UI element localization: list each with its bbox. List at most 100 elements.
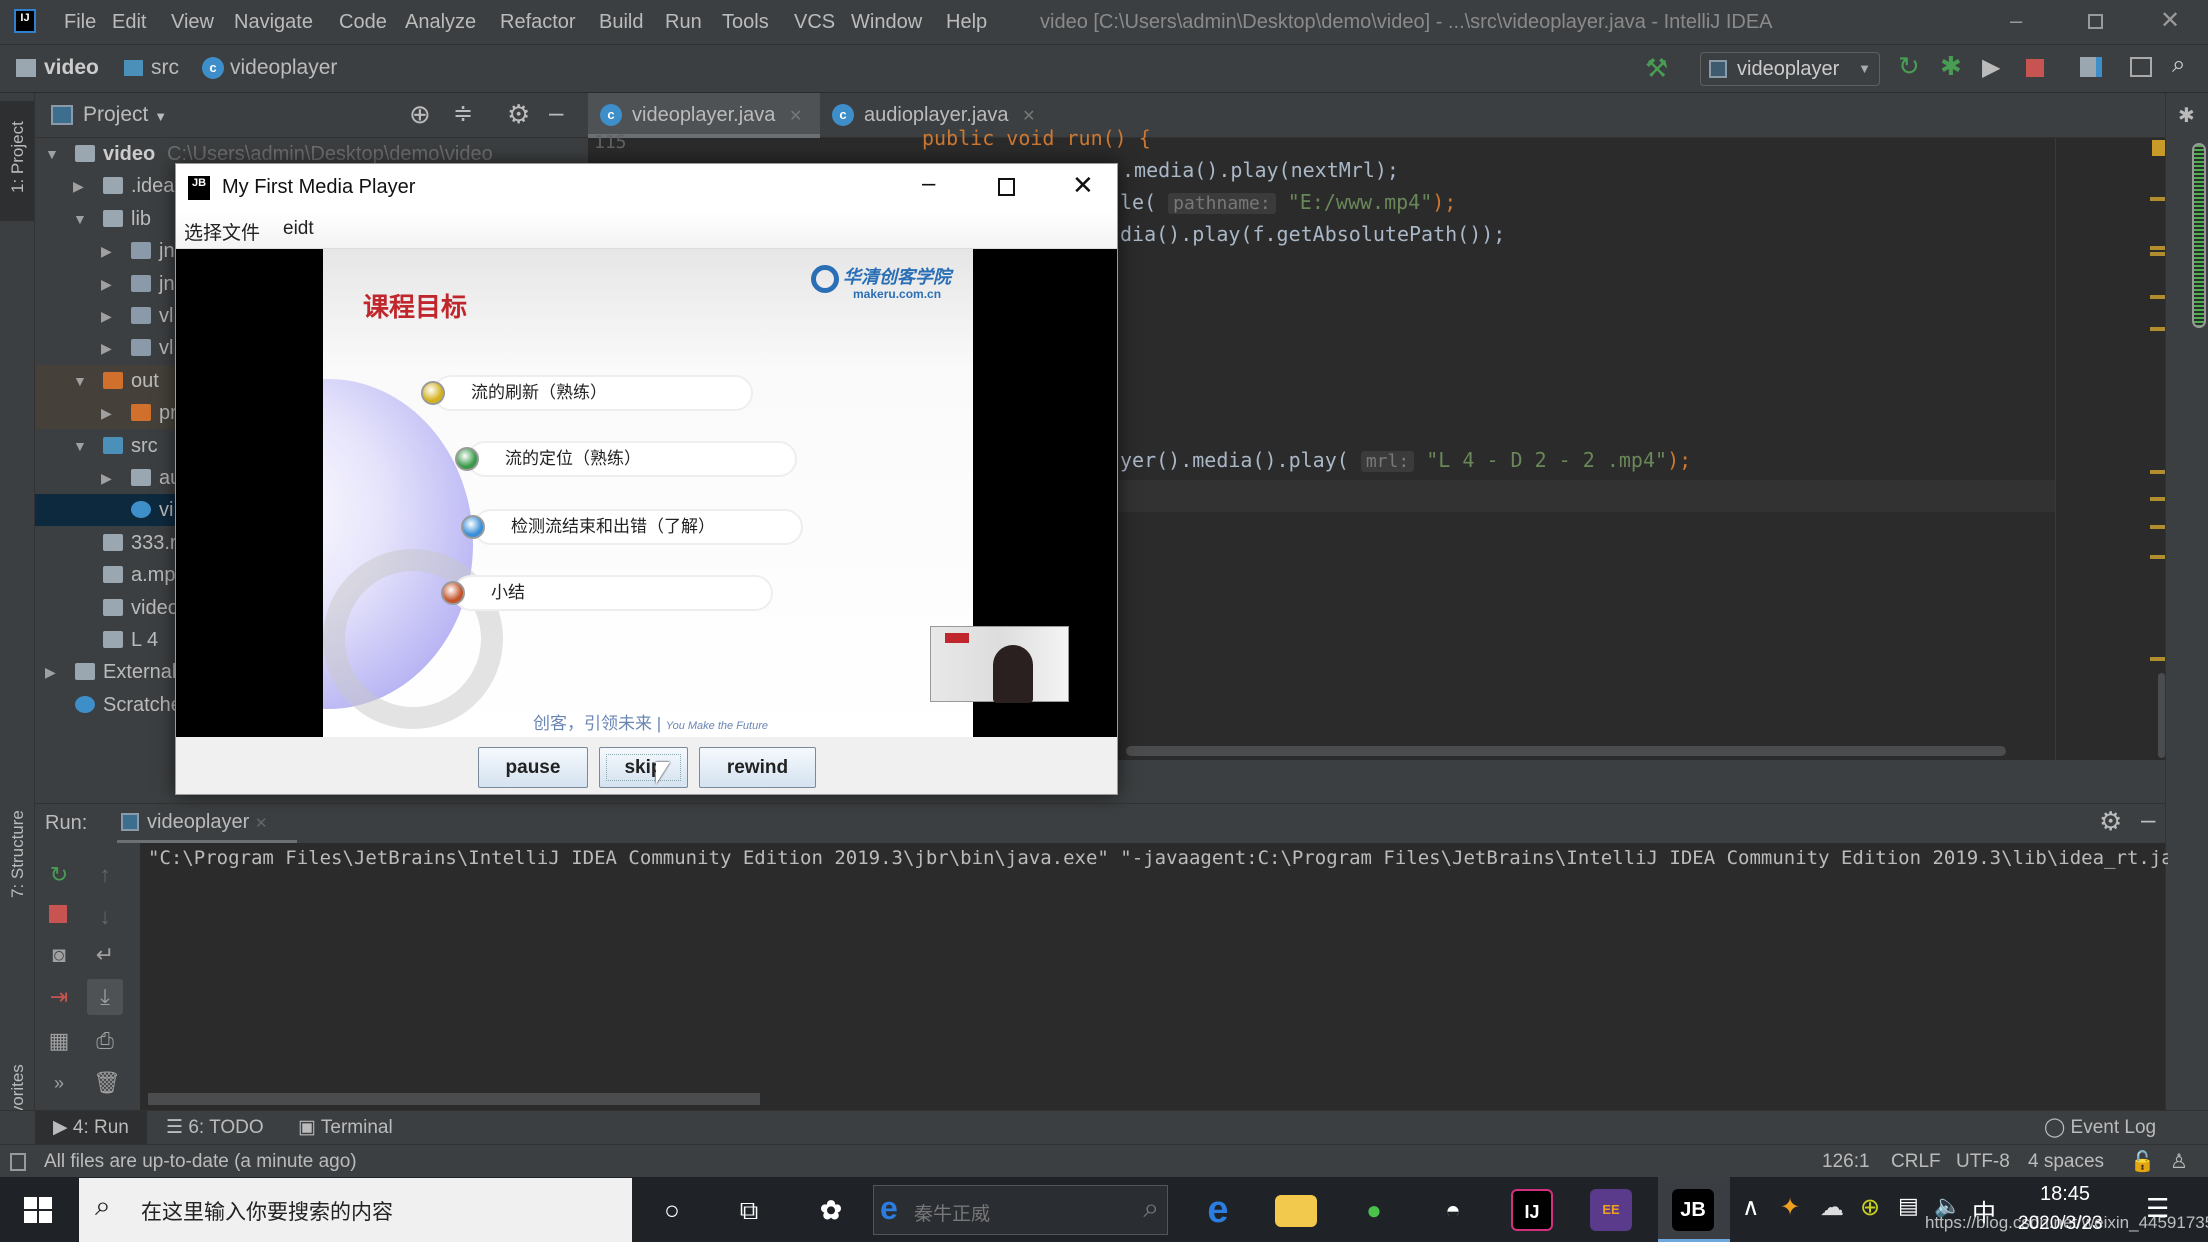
project-structure-icon[interactable] xyxy=(2080,57,2102,77)
status-toggle-icon[interactable] xyxy=(10,1153,26,1171)
memory-indicator[interactable] xyxy=(2192,143,2206,328)
project-view-select[interactable]: Project ▼ xyxy=(83,103,167,127)
taskbar-search-box[interactable]: ⌕ 在这里输入你要搜索的内容 xyxy=(79,1178,632,1242)
event-log-button[interactable]: ◯ Event Log xyxy=(2044,1111,2156,1145)
menu-tools[interactable]: Tools xyxy=(722,11,769,34)
close-tab-icon[interactable]: ✕ xyxy=(1022,108,1035,125)
more-icon[interactable]: » xyxy=(47,1071,71,1095)
project-tool-label[interactable]: 1: Project xyxy=(8,121,28,193)
breadcrumb-src[interactable]: src xyxy=(151,56,179,80)
skip-button[interactable]: skip xyxy=(599,747,688,788)
tray-icon[interactable]: ⊕ xyxy=(1860,1193,1880,1222)
rerun-icon[interactable]: ↻ xyxy=(47,863,71,887)
tray-icon[interactable]: ✦ xyxy=(1780,1193,1800,1222)
menu-vcs[interactable]: VCS xyxy=(794,11,835,34)
close-tab-icon[interactable]: ✕ xyxy=(789,108,802,125)
vertical-scrollbar[interactable] xyxy=(2158,673,2165,758)
search-icon[interactable]: ⌕ xyxy=(2172,51,2185,79)
browser-search-box[interactable]: e 秦牛正威 ⌕ xyxy=(873,1185,1168,1235)
close-button[interactable]: ✕ xyxy=(2160,6,2180,35)
menu-file[interactable]: File xyxy=(64,11,96,34)
cortana-icon[interactable]: ○ xyxy=(651,1189,693,1231)
locate-icon[interactable]: ⊕ xyxy=(409,99,431,130)
console-horizontal-scrollbar[interactable] xyxy=(148,1093,760,1105)
lock-icon[interactable]: 🔓 xyxy=(2130,1149,2155,1174)
app-icon[interactable]: ◓ xyxy=(1432,1189,1474,1231)
menu-build[interactable]: Build xyxy=(599,11,643,34)
tool-tab-todo[interactable]: ☰ 6: TODO xyxy=(166,1111,264,1145)
hide-panel-icon[interactable]: – xyxy=(2141,804,2155,835)
horizontal-scrollbar[interactable] xyxy=(1126,746,2006,756)
inspector-icon[interactable]: ♙ xyxy=(2170,1149,2188,1174)
close-tab-icon[interactable]: ✕ xyxy=(255,815,268,832)
restore-button[interactable] xyxy=(2088,14,2103,29)
collapse-arrow-icon[interactable]: ▶ xyxy=(101,300,112,332)
soft-wrap-icon[interactable]: ↵ xyxy=(93,943,117,967)
collapse-arrow-icon[interactable]: ▶ xyxy=(101,397,112,429)
menu-help[interactable]: Help xyxy=(946,11,987,34)
minimize-button[interactable]: – xyxy=(922,170,935,198)
hide-panel-icon[interactable]: – xyxy=(549,97,563,128)
up-arrow-icon[interactable]: ↑ xyxy=(93,863,117,887)
tool-tab-run[interactable]: ▶ 4: Run xyxy=(35,1111,147,1145)
intellij-icon[interactable]: IJ xyxy=(1511,1189,1553,1231)
menu-code[interactable]: Code xyxy=(339,11,387,34)
status-message[interactable]: All files are up-to-date (a minute ago) xyxy=(44,1151,357,1173)
cloud-icon[interactable]: ☁ xyxy=(1820,1193,1844,1222)
rerun-icon[interactable]: ↻ xyxy=(1898,51,1920,82)
wechat-icon[interactable]: ● xyxy=(1353,1189,1395,1231)
collapse-arrow-icon[interactable]: ▶ xyxy=(101,462,112,494)
maximize-button[interactable] xyxy=(998,178,1015,196)
gear-icon[interactable]: ⚙ xyxy=(2099,806,2122,837)
collapse-arrow-icon[interactable]: ▶ xyxy=(73,170,84,202)
collapse-arrow-icon[interactable]: ▶ xyxy=(101,268,112,300)
windows-start-icon[interactable] xyxy=(24,1197,52,1223)
camera-icon[interactable]: ◙ xyxy=(47,943,71,967)
jetbrains-app-icon[interactable]: JB xyxy=(1672,1189,1714,1231)
menu-window[interactable]: Window xyxy=(851,11,922,34)
javaee-ide-icon[interactable]: EE xyxy=(1590,1189,1632,1231)
layout-icon[interactable]: ▦ xyxy=(47,1029,71,1053)
stop-icon[interactable] xyxy=(49,905,67,923)
caret-position[interactable]: 126:1 xyxy=(1822,1151,1870,1173)
menu-navigate[interactable]: Navigate xyxy=(234,11,313,34)
down-arrow-icon[interactable]: ↓ xyxy=(93,905,117,929)
exit-icon[interactable]: ⇥ xyxy=(47,985,71,1009)
coverage-icon[interactable]: ▶ xyxy=(1982,53,2000,82)
breadcrumb-videoplayer[interactable]: videoplayer xyxy=(230,56,337,80)
menu-edit[interactable]: Edit xyxy=(112,11,146,34)
gear-icon[interactable]: ⚙ xyxy=(507,99,530,130)
minimize-button[interactable]: – xyxy=(2010,8,2022,34)
indent-setting[interactable]: 4 spaces xyxy=(2028,1151,2104,1173)
clock-time[interactable]: 18:45 xyxy=(2040,1183,2090,1206)
collapse-all-icon[interactable]: ≑ xyxy=(453,99,473,128)
build-hammer-icon[interactable]: ⚒ xyxy=(1645,53,1668,84)
notification-icon[interactable]: ☰ xyxy=(2146,1193,2169,1224)
terminal-window-icon[interactable] xyxy=(2130,57,2152,77)
collapse-arrow-icon[interactable]: ▶ xyxy=(45,656,56,688)
menu-refactor[interactable]: Refactor xyxy=(500,11,576,34)
debug-bug-icon[interactable]: ✱ xyxy=(1940,51,1962,82)
run-tab-videoplayer[interactable]: videoplayer ✕ xyxy=(117,804,297,844)
task-view-icon[interactable]: ⧉ xyxy=(728,1189,770,1231)
menu-choose-file[interactable]: 选择文件 xyxy=(184,218,260,245)
trash-icon[interactable]: 🗑 xyxy=(93,1071,121,1095)
run-config-select[interactable]: videoplayer ▼ xyxy=(1700,52,1880,86)
network-icon[interactable]: ▤ xyxy=(1898,1193,1919,1219)
ant-icon[interactable]: ✱ xyxy=(2178,103,2195,128)
collapse-arrow-icon[interactable]: ▶ xyxy=(101,332,112,364)
file-explorer-icon[interactable] xyxy=(1275,1195,1317,1227)
console-output[interactable]: "C:\Program Files\JetBrains\IntelliJ IDE… xyxy=(140,843,2168,1110)
expand-arrow-icon[interactable]: ▼ xyxy=(45,138,59,170)
line-separator[interactable]: CRLF xyxy=(1891,1151,1941,1173)
menu-analyze[interactable]: Analyze xyxy=(405,11,476,34)
scroll-to-end-icon[interactable]: ⤓ xyxy=(87,979,123,1015)
structure-tool-label[interactable]: 7: Structure xyxy=(8,810,28,898)
menu-run[interactable]: Run xyxy=(665,11,702,34)
video-surface[interactable]: 课程目标 华清创客学院 makeru.com.cn 流的刷新（熟练） 流的定位（熟… xyxy=(176,249,1117,737)
stop-icon[interactable] xyxy=(2026,59,2044,77)
expand-arrow-icon[interactable]: ▼ xyxy=(73,430,87,462)
collapse-arrow-icon[interactable]: ▶ xyxy=(101,235,112,267)
menu-edit[interactable]: eidt xyxy=(283,218,314,240)
breadcrumb-video[interactable]: video xyxy=(44,56,99,80)
